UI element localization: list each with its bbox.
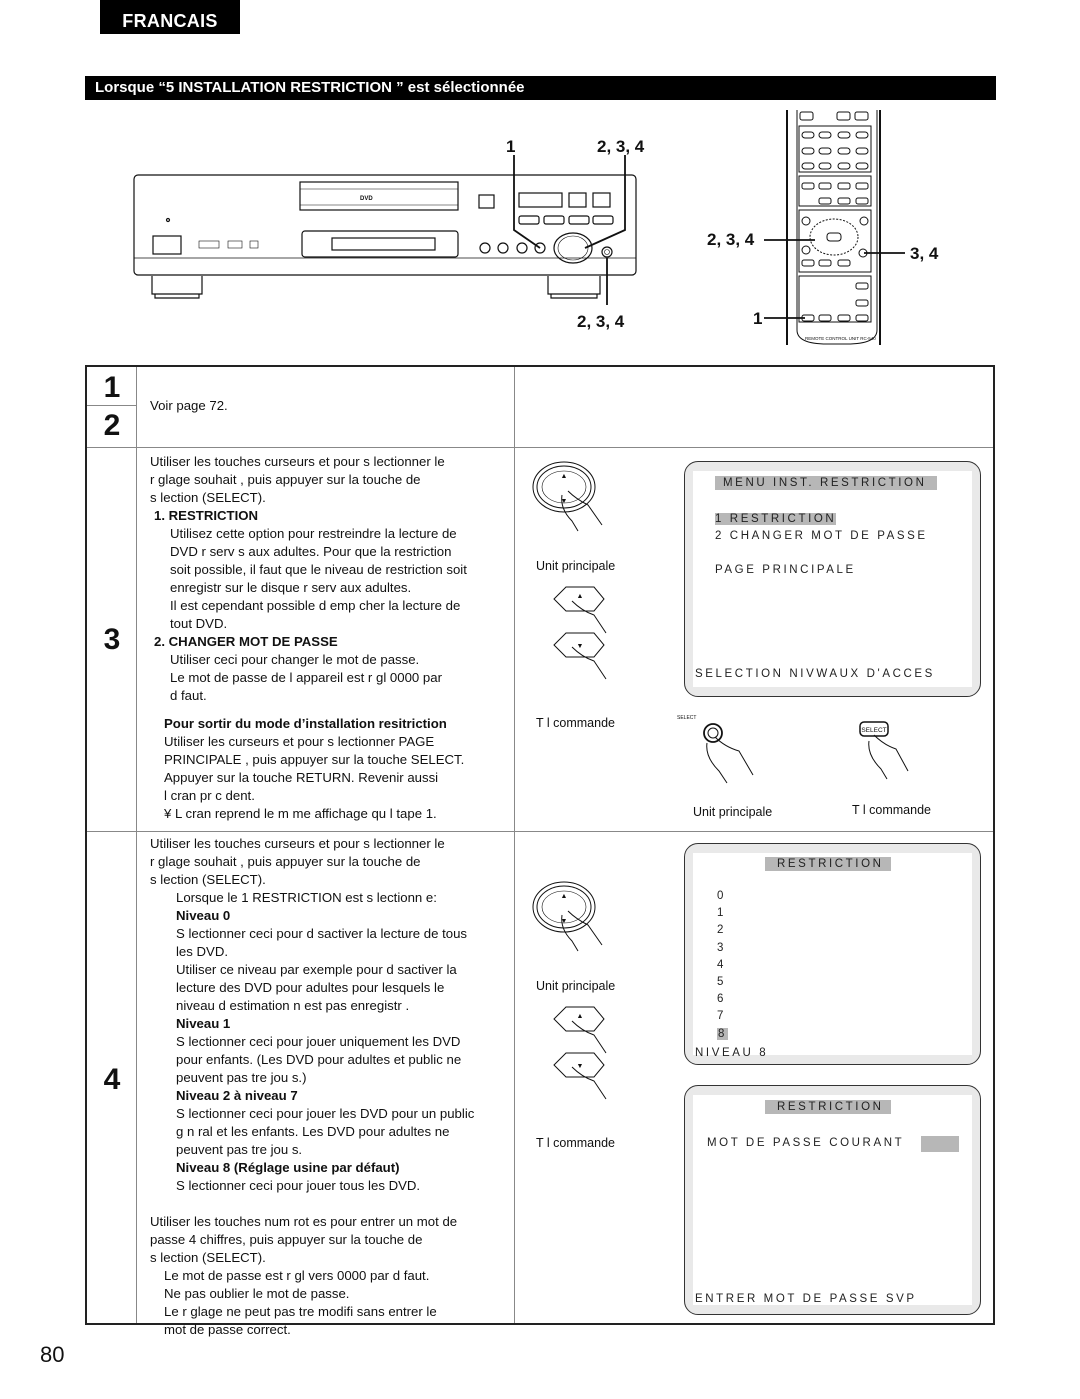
- item-2-body: Utiliser ceci pour changer le mot de pas…: [170, 652, 442, 703]
- exit-mode-title: Pour sortir du mode d’installation resit…: [164, 716, 447, 731]
- steps-table: 1 2 3 4 Voir page 72. Utiliser les touch…: [85, 365, 995, 1337]
- step-4-text: Utiliser les touches curseurs et pour s …: [150, 835, 496, 1339]
- svg-text:▼: ▼: [561, 918, 568, 925]
- callout-player-234-bottom: 2, 3, 4: [577, 312, 625, 331]
- callout-remote-1: 1: [753, 309, 763, 328]
- password-notes: Le mot de passe est r gl vers 0000 par d…: [164, 1268, 437, 1337]
- step-number-2: 2: [103, 409, 121, 442]
- callout-player-234-top: 2, 3, 4: [597, 137, 645, 156]
- osd-level-option[interactable]: 8: [717, 1027, 728, 1040]
- osd-menu-footer: SELECTION NIVWAUX D'ACCES: [695, 668, 935, 680]
- osd-level-option[interactable]: 5: [717, 976, 726, 988]
- osd-level-option[interactable]: 2: [717, 924, 726, 936]
- osd-menu-item-2[interactable]: 2 CHANGER MOT DE PASSE: [715, 530, 928, 542]
- callout-player-1: 1: [506, 137, 516, 156]
- osd-restriction-levels: RESTRICTION 0 1 2 3 4 5 6 7 8 NIVEAU 8: [684, 843, 981, 1065]
- title-button: [497, 242, 509, 254]
- step-number-3: 3: [103, 623, 121, 656]
- select-small-label: SELECT: [677, 715, 697, 721]
- remote-select-label: SELECT: [861, 727, 886, 734]
- remote-select-button: [826, 232, 842, 242]
- play-button: [518, 192, 563, 208]
- player-foot-left: [151, 276, 203, 295]
- osd-level-option[interactable]: 4: [717, 959, 726, 971]
- osd-levels-title: RESTRICTION: [765, 857, 891, 871]
- step-3-text: Utiliser les touches curseurs et pour s …: [150, 453, 496, 823]
- callout-remote-234: 2, 3, 4: [707, 230, 755, 249]
- svg-text:▲: ▲: [577, 593, 584, 600]
- osd-password-title: RESTRICTION: [765, 1100, 891, 1114]
- osd-menu-title: MENU INST. RESTRICTION: [715, 476, 937, 490]
- step-number-1: 1: [103, 371, 121, 404]
- svg-text:▲: ▲: [561, 473, 568, 480]
- step-3-intro: Utiliser les touches curseurs et pour s …: [150, 454, 445, 469]
- caption-remote-2: T l commande: [852, 803, 931, 817]
- item-1-title: 1. RESTRICTION: [154, 508, 259, 523]
- caption-main-unit: Unit principale: [536, 559, 616, 573]
- when-selected-text: Lorsque le 1 RESTRICTION est s lectionn …: [176, 890, 437, 905]
- dvd-logo: DVD: [360, 196, 373, 202]
- exit-mode-body: Utiliser les curseurs et pour s lectionn…: [164, 734, 465, 821]
- still-pause-button: [568, 192, 587, 208]
- player-foot-right: [547, 276, 601, 295]
- video-output-button: [479, 242, 491, 254]
- open-close-button: [478, 194, 495, 209]
- level-8-title: Niveau 8 (Réglage usine par défaut): [176, 1160, 400, 1175]
- remote-control: [764, 110, 905, 345]
- osd-menu-item-1[interactable]: 1 RESTRICTION: [715, 513, 837, 525]
- osd-level-option[interactable]: 0: [717, 890, 726, 902]
- power-button: [152, 235, 182, 255]
- hand-icon: [567, 910, 603, 946]
- svg-text:▼: ▼: [577, 1063, 584, 1070]
- osd-level-option[interactable]: 6: [717, 993, 726, 1005]
- osd-password-footer: ENTRER MOT DE PASSE SVP: [695, 1293, 917, 1305]
- level-1-title: Niveau 1: [176, 1016, 231, 1031]
- password-intro: Utiliser les touches num rot es pour ent…: [150, 1214, 458, 1265]
- caption-remote-step4: T l commande: [536, 1136, 615, 1150]
- item-2-title: 2. CHANGER MOT DE PASSE: [154, 634, 338, 649]
- step-number-4: 4: [103, 1063, 121, 1096]
- remote-cursor-pad: [809, 218, 859, 256]
- password-input[interactable]: [921, 1136, 959, 1152]
- device-illustration: DVD: [133, 110, 905, 345]
- page-number: 80: [40, 1342, 65, 1367]
- svg-text:▼: ▼: [577, 643, 584, 650]
- select-hand-illustrations: SELECT: [703, 721, 909, 784]
- level-0-title: Niveau 0: [176, 908, 231, 923]
- callout-remote-34: 3, 4: [910, 244, 939, 263]
- svg-text:▲: ▲: [577, 1013, 584, 1020]
- select-button: [601, 246, 613, 258]
- level-2-7-title: Niveau 2 à niveau 7: [176, 1088, 298, 1103]
- remote-model-label: REMOTE CONTROL UNIT RC-540: [805, 336, 876, 341]
- disc-tray: [299, 181, 459, 211]
- dvd-player: DVD: [133, 155, 637, 305]
- stop-button: [592, 192, 611, 208]
- osd-level-option[interactable]: 3: [717, 942, 726, 954]
- remote-power-button: [799, 111, 814, 121]
- caption-main-unit-step4: Unit principale: [536, 979, 616, 993]
- remote-number-keys: [801, 131, 869, 170]
- osd-level-option[interactable]: 1: [717, 907, 726, 919]
- osd-levels-footer: NIVEAU 8: [695, 1047, 769, 1059]
- svg-text:▲: ▲: [561, 893, 568, 900]
- hand-icon: [567, 490, 603, 526]
- osd-menu-restriction: MENU INST. RESTRICTION 1 RESTRICTION 2 C…: [684, 461, 981, 697]
- osd-password: RESTRICTION MOT DE PASSE COURANT ENTRER …: [684, 1085, 981, 1315]
- osd-level-option[interactable]: 7: [717, 1010, 726, 1022]
- svg-text:▼: ▼: [561, 498, 568, 505]
- osd-menu-page-principale[interactable]: PAGE PRINCIPALE: [715, 564, 856, 576]
- step-1-2-text: Voir page 72.: [150, 398, 228, 413]
- osd-password-label: MOT DE PASSE COURANT: [707, 1137, 905, 1149]
- caption-remote: T l commande: [536, 716, 615, 730]
- caption-main-unit-2: Unit principale: [693, 805, 773, 819]
- main-unit-select-icon: [703, 723, 723, 743]
- menu-button: [516, 242, 528, 254]
- item-1-body: Utilisez cette option pour restreindre l…: [170, 526, 467, 631]
